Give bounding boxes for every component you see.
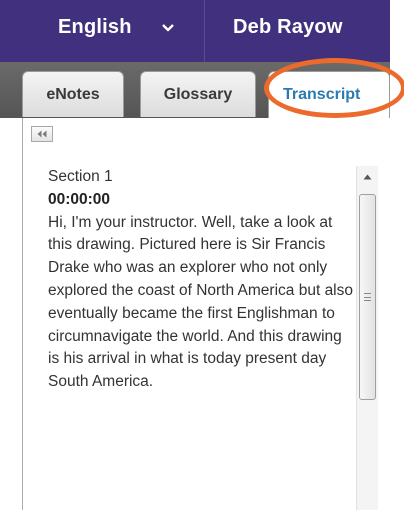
section-label: Section 1 (48, 168, 113, 185)
timestamp[interactable]: 00:00:00 (48, 189, 353, 212)
scrollbar[interactable] (356, 166, 378, 510)
tab-transcript-label: Transcript (283, 86, 361, 103)
transcript-text: Hi, I'm your instructor. Well, take a lo… (48, 213, 353, 391)
tab-transcript[interactable]: Transcript (268, 71, 390, 118)
language-selector[interactable]: English (58, 16, 176, 39)
scrollbar-thumb[interactable] (359, 194, 376, 400)
tab-enotes-label: eNotes (46, 85, 100, 103)
double-left-arrow-icon (36, 125, 48, 143)
tab-glossary-label: Glossary (163, 85, 233, 103)
tab-enotes[interactable]: eNotes (22, 71, 124, 117)
transcript-content: Section 1 00:00:00 Hi, I'm your instruct… (48, 166, 353, 394)
collapse-panel-button[interactable] (31, 126, 53, 142)
scroll-up-arrow-icon[interactable] (357, 166, 378, 188)
header-divider (204, 0, 205, 62)
language-label: English (58, 16, 132, 38)
grip-icon (364, 293, 371, 301)
top-header-bar: English Deb Rayow (0, 0, 390, 62)
tab-glossary[interactable]: Glossary (140, 71, 256, 117)
panel-left-border (22, 118, 23, 510)
chevron-down-icon (160, 20, 176, 36)
user-name[interactable]: Deb Rayow (233, 16, 343, 39)
